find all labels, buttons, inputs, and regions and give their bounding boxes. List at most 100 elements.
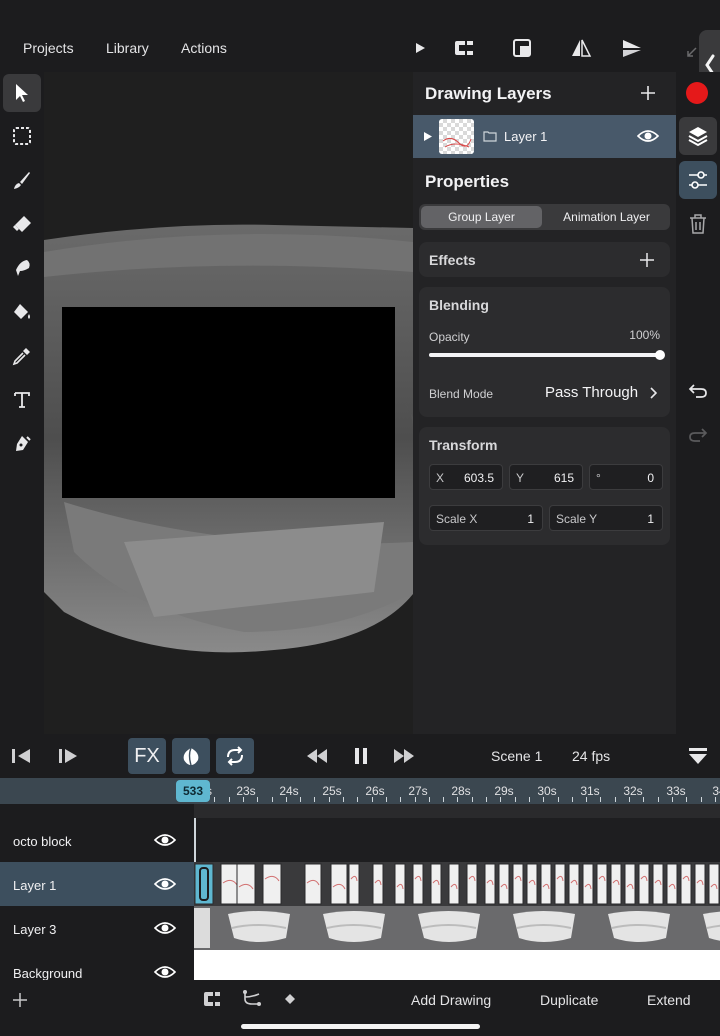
text-tool[interactable]	[3, 381, 41, 419]
timeline-track-area[interactable]	[194, 804, 720, 980]
ruler-tick-mark	[571, 797, 573, 802]
extend-button[interactable]: Extend	[647, 992, 691, 1008]
playhead-line	[194, 818, 196, 862]
ruler-tick-label: 31s	[580, 784, 600, 798]
crop-frame-icon[interactable]	[510, 36, 534, 60]
menu-actions[interactable]: Actions	[181, 40, 227, 56]
flip-vertical-icon[interactable]	[620, 36, 644, 60]
properties-panel-button[interactable]	[679, 161, 717, 199]
ruler-tick-mark	[443, 797, 445, 802]
delete-layer-button[interactable]	[679, 205, 717, 243]
step-back-icon	[12, 749, 30, 763]
smudge-tool[interactable]	[3, 249, 41, 287]
add-track-plus-icon[interactable]	[12, 992, 28, 1008]
eyedropper-tool[interactable]	[3, 337, 41, 375]
opacity-slider-thumb[interactable]	[655, 350, 665, 360]
y-label: Y	[516, 471, 525, 485]
scene-selector[interactable]: Scene 1	[491, 748, 542, 764]
onion-skin-button[interactable]	[172, 738, 210, 774]
first-cell	[194, 908, 210, 948]
ruler-tick-mark	[285, 797, 287, 802]
ruler-tick-mark	[471, 797, 473, 802]
play-preview-icon[interactable]	[408, 36, 432, 60]
pen-tool[interactable]	[3, 425, 41, 463]
tab-animation-layer[interactable]: Animation Layer	[545, 206, 668, 228]
ruler-tick-mark	[228, 797, 230, 802]
layers-panel-button[interactable]	[679, 117, 717, 155]
select-tool[interactable]	[3, 74, 41, 112]
rotation-field[interactable]: ° 0	[589, 464, 663, 490]
fill-tool[interactable]	[3, 293, 41, 331]
drawing-cell	[262, 863, 282, 905]
canvas-artwork	[44, 224, 413, 653]
collapse-timeline-button[interactable]	[686, 738, 710, 774]
scale-y-field[interactable]: Scale Y 1	[549, 505, 663, 531]
timeline-magnet-icon[interactable]	[203, 991, 221, 1007]
ruler-tick-mark	[343, 797, 344, 802]
duplicate-button[interactable]: Duplicate	[540, 992, 598, 1008]
drawing-cell	[624, 863, 636, 905]
timeline-ruler[interactable]: s23s24s25s26s27s28s29s30s31s32s33s34	[0, 778, 720, 804]
magnet-icon[interactable]	[453, 36, 477, 60]
drawing-cell	[498, 863, 510, 905]
collapse-arrow-icon[interactable]	[684, 44, 700, 60]
brush-tool[interactable]	[3, 161, 41, 199]
layer-row-layer-1[interactable]: Layer 1	[413, 115, 676, 158]
playhead-frame-indicator[interactable]: 533	[176, 780, 210, 802]
drawing-canvas[interactable]	[44, 72, 413, 734]
redo-button[interactable]	[679, 416, 717, 454]
track-layer-1[interactable]: Layer 1	[0, 862, 194, 906]
undo-button[interactable]	[679, 372, 717, 410]
fast-forward-icon	[394, 749, 414, 763]
x-value: 603.5	[463, 471, 494, 485]
track-octo-block[interactable]: octo block	[0, 818, 194, 862]
drawing-cell	[568, 863, 580, 905]
branch-icon[interactable]	[242, 989, 262, 1009]
marquee-select-tool[interactable]	[3, 117, 41, 155]
rewind-button[interactable]	[304, 738, 330, 774]
tab-group-layer[interactable]: Group Layer	[421, 206, 542, 228]
add-drawing-button[interactable]: Add Drawing	[411, 992, 491, 1008]
menu-library[interactable]: Library	[106, 40, 149, 56]
drawing-cell	[372, 863, 384, 905]
ruler-tick-label: 26s	[365, 784, 385, 798]
layers-panel-title: Drawing Layers	[425, 84, 552, 103]
ruler-tick-mark	[500, 797, 502, 802]
loop-button[interactable]	[216, 738, 254, 774]
ruler-tick-mark	[371, 797, 373, 802]
track-visibility-eye-icon[interactable]	[154, 920, 176, 936]
track-layer-3[interactable]: Layer 3	[0, 906, 194, 950]
track-visibility-eye-icon[interactable]	[154, 876, 176, 892]
track-background[interactable]: Background	[0, 950, 194, 981]
next-frame-button[interactable]	[55, 738, 81, 774]
previous-frame-button[interactable]	[8, 738, 34, 774]
scale-x-value: 1	[527, 512, 534, 526]
eraser-tool[interactable]	[3, 205, 41, 243]
flip-horizontal-icon[interactable]	[569, 36, 593, 60]
add-effect-plus-icon[interactable]	[639, 252, 655, 268]
visibility-eye-icon[interactable]	[637, 128, 659, 144]
opacity-slider[interactable]	[429, 350, 665, 360]
ruler-tick-mark	[242, 797, 244, 802]
keyframe-diamond-icon[interactable]	[284, 993, 296, 1005]
blend-mode-value[interactable]: Pass Through	[545, 384, 638, 401]
add-layer-plus-icon[interactable]	[639, 84, 659, 104]
position-x-field[interactable]: X 603.5	[429, 464, 503, 490]
menu-projects[interactable]: Projects	[23, 40, 74, 56]
fast-forward-button[interactable]	[391, 738, 417, 774]
fps-selector[interactable]: 24 fps	[572, 748, 610, 764]
position-y-field[interactable]: Y 615	[509, 464, 583, 490]
drawing-cell	[610, 863, 622, 905]
track-label: Layer 1	[13, 878, 57, 893]
track-visibility-eye-icon[interactable]	[154, 964, 176, 980]
ruler-tick-mark	[314, 797, 316, 802]
ruler-tick-label: 24s	[279, 784, 299, 798]
scale-x-field[interactable]: Scale X 1	[429, 505, 543, 531]
chevron-right-icon[interactable]	[649, 387, 657, 399]
fx-button[interactable]: FX	[128, 738, 166, 774]
pause-button[interactable]	[350, 738, 372, 774]
expand-triangle-icon[interactable]	[423, 131, 433, 142]
record-button[interactable]	[686, 82, 708, 104]
loop-icon	[227, 746, 243, 766]
track-visibility-eye-icon[interactable]	[154, 832, 176, 848]
